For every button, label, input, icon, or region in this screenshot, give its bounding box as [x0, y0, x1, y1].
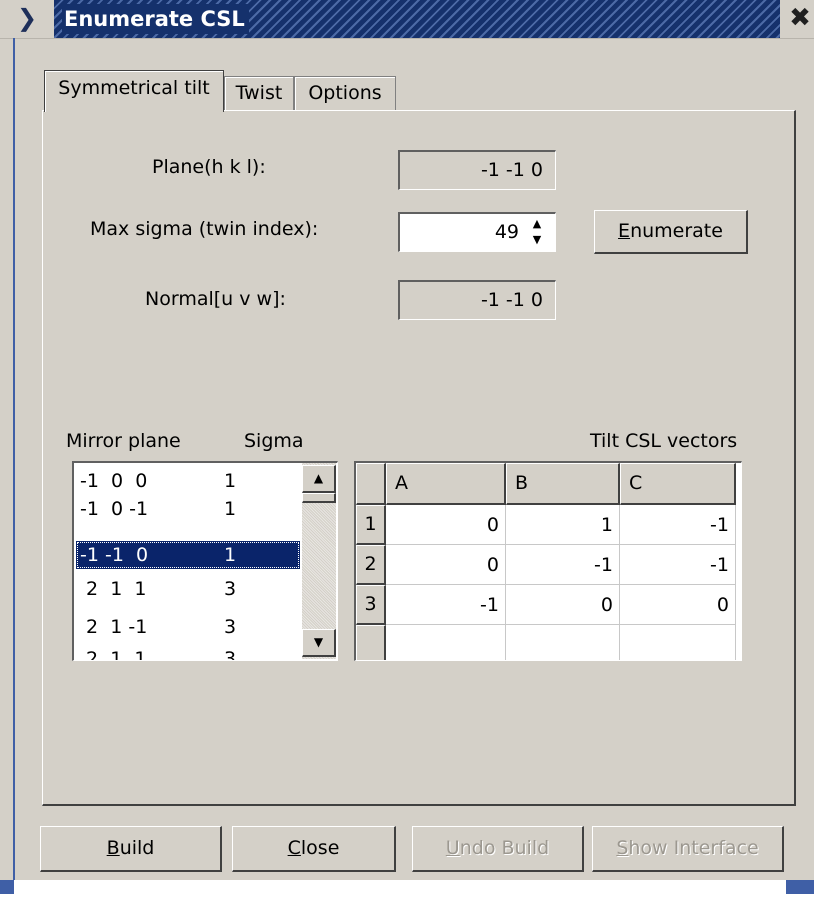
table-cell[interactable]	[386, 625, 506, 660]
table-cell[interactable]: -1	[506, 545, 620, 585]
mirror-plane-header: Mirror plane	[66, 430, 181, 452]
mirror-plane-list[interactable]: -1 0 01 -1 0 -1 1 -1 -1 01 2 1 13 2 1 -1 3…	[72, 461, 338, 661]
csl-vectors-table[interactable]: A B C 1 2 3 0 1 -1 0 -1 -1 -1 0 0	[354, 461, 742, 661]
normal-label: Normal[u v w]:	[145, 288, 286, 310]
frame-corner-left	[0, 880, 14, 894]
undo-build-button[interactable]: Undo Build	[412, 826, 584, 872]
row-header-1[interactable]: 1	[356, 505, 386, 545]
close-button[interactable]: Close	[232, 826, 396, 872]
window-frame-left	[13, 38, 15, 880]
list-item[interactable]: 2 1 13	[76, 575, 300, 603]
tab-symmetrical-tilt[interactable]: Symmetrical tilt	[44, 70, 224, 112]
sigma-header: Sigma	[244, 430, 304, 452]
chevron-down-icon[interactable]: ❯	[8, 2, 46, 34]
list-item[interactable]: 2 1 13	[76, 645, 300, 660]
max-sigma-label: Max sigma (twin index):	[90, 218, 319, 240]
enumerate-button[interactable]: Enumerate	[594, 210, 748, 254]
table-cell[interactable]: -1	[620, 505, 736, 545]
list-item[interactable]: 2 1 -1 3	[76, 613, 300, 641]
max-sigma-value[interactable]: 49	[495, 214, 519, 250]
row-header-3[interactable]: 3	[356, 585, 386, 625]
tilt-csl-vectors-header: Tilt CSL vectors	[590, 430, 738, 452]
table-corner	[356, 463, 386, 505]
triangle-down-icon[interactable]: ▼	[523, 232, 551, 248]
desktop-strip	[0, 880, 814, 898]
tab-twist[interactable]: Twist	[224, 76, 294, 110]
table-cell[interactable]: -1	[386, 585, 506, 625]
list-item-selected[interactable]: -1 -1 01	[76, 541, 300, 569]
title-bar[interactable]: ❯ Enumerate CSL ✖	[0, 0, 814, 39]
tab-options[interactable]: Options	[294, 76, 396, 110]
column-header-c[interactable]: C	[620, 463, 736, 505]
table-cell[interactable]	[620, 625, 736, 660]
triangle-up-icon[interactable]: ▲	[523, 216, 551, 232]
close-icon[interactable]: ✖	[786, 2, 814, 34]
column-header-a[interactable]: A	[386, 463, 506, 505]
column-header-b[interactable]: B	[506, 463, 620, 505]
triangle-up-icon[interactable]: ▲	[302, 465, 336, 493]
scrollbar-thumb[interactable]	[302, 493, 336, 503]
table-cell[interactable]: 0	[386, 505, 506, 545]
table-cell[interactable]: 1	[506, 505, 620, 545]
table-cell[interactable]: 0	[506, 585, 620, 625]
plane-field: -1 -1 0	[398, 150, 556, 190]
row-header-empty[interactable]	[356, 625, 386, 660]
row-header-2[interactable]: 2	[356, 545, 386, 585]
build-button[interactable]: Build	[40, 826, 222, 872]
normal-field: -1 -1 0	[398, 280, 556, 320]
table-cell[interactable]: 0	[386, 545, 506, 585]
frame-corner-right	[786, 880, 814, 894]
list-scrollbar[interactable]: ▲ ▼	[302, 463, 336, 659]
window-title: Enumerate CSL	[62, 4, 249, 34]
max-sigma-spinbox[interactable]: 49 ▲ ▼	[398, 212, 556, 252]
table-cell[interactable]	[506, 625, 620, 660]
plane-label: Plane(h k l):	[152, 156, 266, 178]
triangle-down-icon[interactable]: ▼	[302, 629, 336, 657]
table-cell[interactable]: -1	[620, 545, 736, 585]
show-interface-button[interactable]: Show Interface	[592, 826, 784, 872]
list-item[interactable]: -1 0 01	[76, 467, 300, 495]
list-item[interactable]: -1 0 -1 1	[76, 495, 300, 523]
table-cell[interactable]: 0	[620, 585, 736, 625]
enumerate-csl-window: ❯ Enumerate CSL ✖ Symmetrical tilt Twist…	[0, 0, 814, 880]
